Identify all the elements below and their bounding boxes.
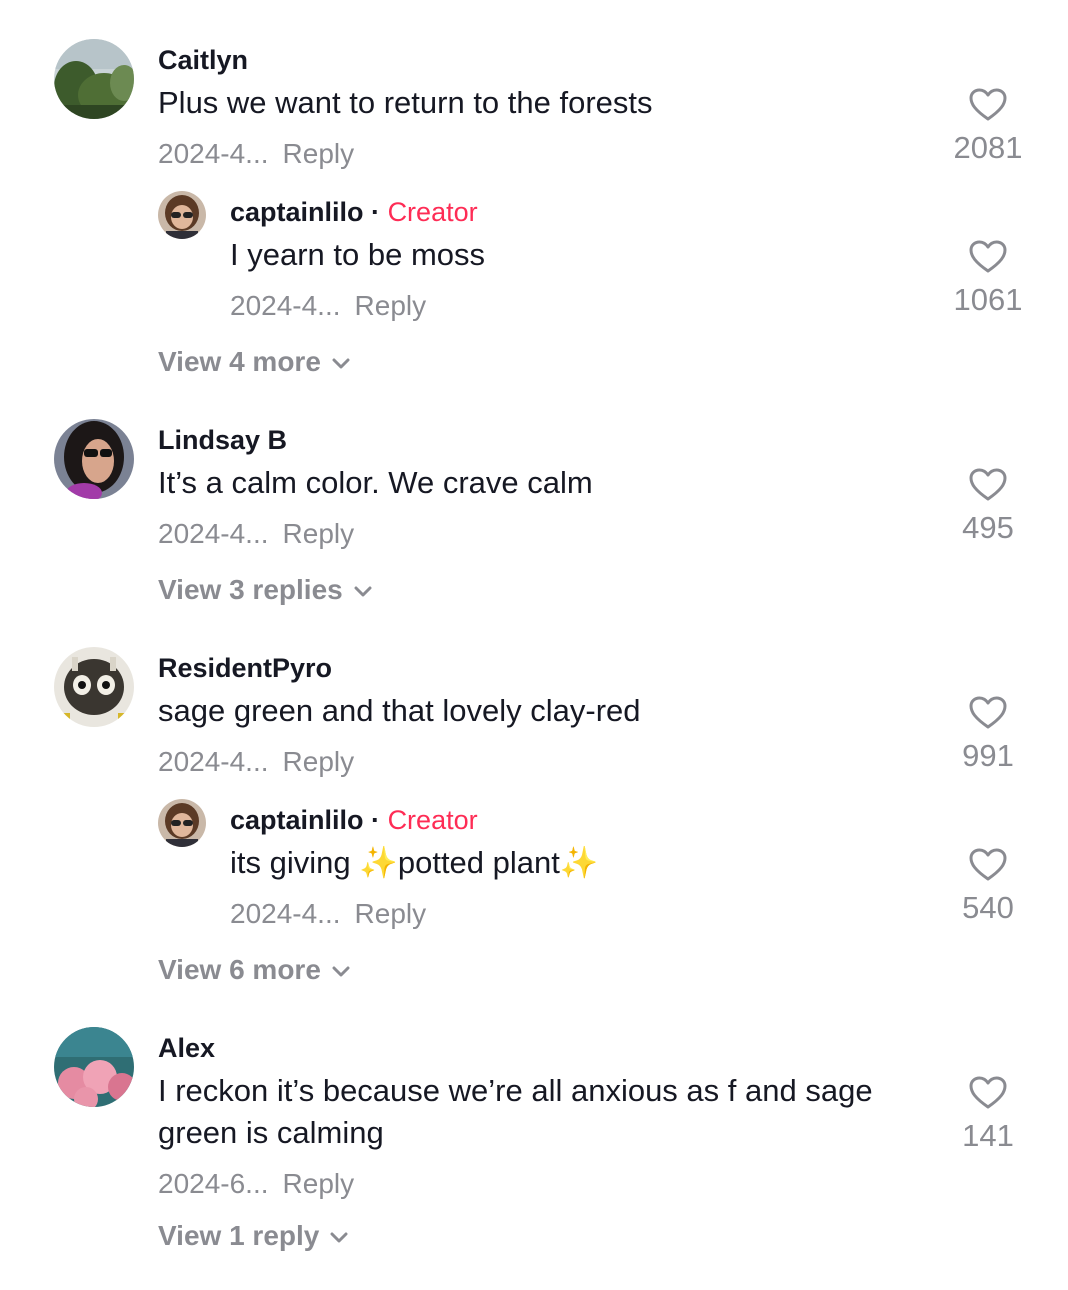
username[interactable]: Alex (158, 1033, 215, 1064)
like-count: 540 (962, 890, 1014, 925)
like-button[interactable]: 1061 (933, 240, 1043, 318)
reply-meta: 2024-4... Reply (230, 290, 426, 322)
view-more-replies[interactable]: View 3 replies (158, 574, 373, 606)
comment-text: I reckon it’s because we’re all anxious … (158, 1073, 873, 1150)
robot-helmet-avatar (54, 647, 134, 727)
view-more-replies[interactable]: View 6 more (158, 954, 351, 986)
pink-roses-avatar (54, 1027, 134, 1107)
creator-avatar (158, 799, 206, 847)
username[interactable]: captainlilo (230, 805, 364, 835)
heart-icon (969, 1076, 1007, 1109)
view-more-label: View 3 replies (158, 574, 343, 605)
comment-date: 2024-6... (158, 1168, 269, 1199)
comment-meta: 2024-4... Reply (158, 138, 354, 170)
reply-username-row: captainlilo · Creator (230, 805, 478, 836)
reply-date: 2024-4... (230, 290, 341, 321)
reply-button[interactable]: Reply (355, 290, 427, 321)
creator-avatar (158, 191, 206, 239)
like-count: 2081 (953, 130, 1023, 165)
heart-icon (969, 240, 1007, 273)
comment-date: 2024-4... (158, 746, 269, 777)
chevron-down-icon (332, 966, 350, 977)
avatar[interactable] (158, 799, 206, 847)
heart-icon (969, 848, 1007, 881)
avatar[interactable] (54, 39, 134, 119)
heart-icon (969, 468, 1007, 501)
like-count: 141 (962, 1118, 1014, 1153)
forest-tree-avatar (54, 39, 134, 119)
reply-button[interactable]: Reply (355, 898, 427, 929)
like-button[interactable]: 991 (933, 696, 1043, 774)
comment-date: 2024-4... (158, 138, 269, 169)
creator-badge: Creator (387, 805, 478, 835)
username[interactable]: captainlilo (230, 197, 364, 227)
like-count: 495 (962, 510, 1014, 545)
username[interactable]: Caitlyn (158, 45, 248, 76)
like-button[interactable]: 495 (933, 468, 1043, 546)
reply-meta: 2024-4... Reply (230, 898, 426, 930)
reply-button[interactable]: Reply (283, 1168, 355, 1199)
like-count: 1061 (953, 282, 1023, 317)
comment-text: Plus we want to return to the forests (158, 85, 653, 120)
username[interactable]: Lindsay B (158, 425, 287, 456)
reply-text-middle: potted plant (397, 845, 560, 880)
comment-text: sage green and that lovely clay-red (158, 693, 641, 728)
avatar[interactable] (158, 191, 206, 239)
comment-text: It’s a calm color. We crave calm (158, 465, 593, 500)
reply-button[interactable]: Reply (283, 518, 355, 549)
username[interactable]: ResidentPyro (158, 653, 332, 684)
heart-icon (969, 696, 1007, 729)
avatar[interactable] (54, 1027, 134, 1107)
avatar[interactable] (54, 647, 134, 727)
reply-text: its giving ✨potted plant✨ (230, 842, 598, 884)
chevron-down-icon (332, 358, 350, 369)
sparkle-emoji: ✨ (359, 845, 398, 880)
reply-text: I yearn to be moss (230, 237, 486, 272)
sparkle-emoji: ✨ (559, 845, 599, 880)
separator-dot: · (371, 805, 381, 835)
view-more-label: View 4 more (158, 346, 321, 377)
view-more-replies[interactable]: View 1 reply (158, 1220, 349, 1252)
chevron-down-icon (354, 586, 372, 597)
view-more-replies[interactable]: View 4 more (158, 346, 351, 378)
like-button[interactable]: 540 (933, 848, 1043, 926)
view-more-label: View 1 reply (158, 1220, 320, 1251)
avatar[interactable] (54, 419, 134, 499)
view-more-label: View 6 more (158, 954, 321, 985)
reply-username-row: captainlilo · Creator (230, 197, 478, 228)
comment-meta: 2024-4... Reply (158, 746, 354, 778)
like-button[interactable]: 141 (933, 1076, 1043, 1154)
like-count: 991 (962, 738, 1014, 773)
reply-text-start: its giving (230, 845, 360, 880)
reply-date: 2024-4... (230, 898, 341, 929)
comment-meta: 2024-6... Reply (158, 1168, 354, 1200)
comment-date: 2024-4... (158, 518, 269, 549)
separator-dot: · (371, 197, 381, 227)
comment-meta: 2024-4... Reply (158, 518, 354, 550)
woman-sunglasses-avatar (54, 419, 134, 499)
reply-button[interactable]: Reply (283, 746, 355, 777)
chevron-down-icon (330, 1232, 348, 1243)
heart-icon (969, 88, 1007, 121)
like-button[interactable]: 2081 (933, 88, 1043, 166)
reply-button[interactable]: Reply (283, 138, 355, 169)
creator-badge: Creator (387, 197, 478, 227)
